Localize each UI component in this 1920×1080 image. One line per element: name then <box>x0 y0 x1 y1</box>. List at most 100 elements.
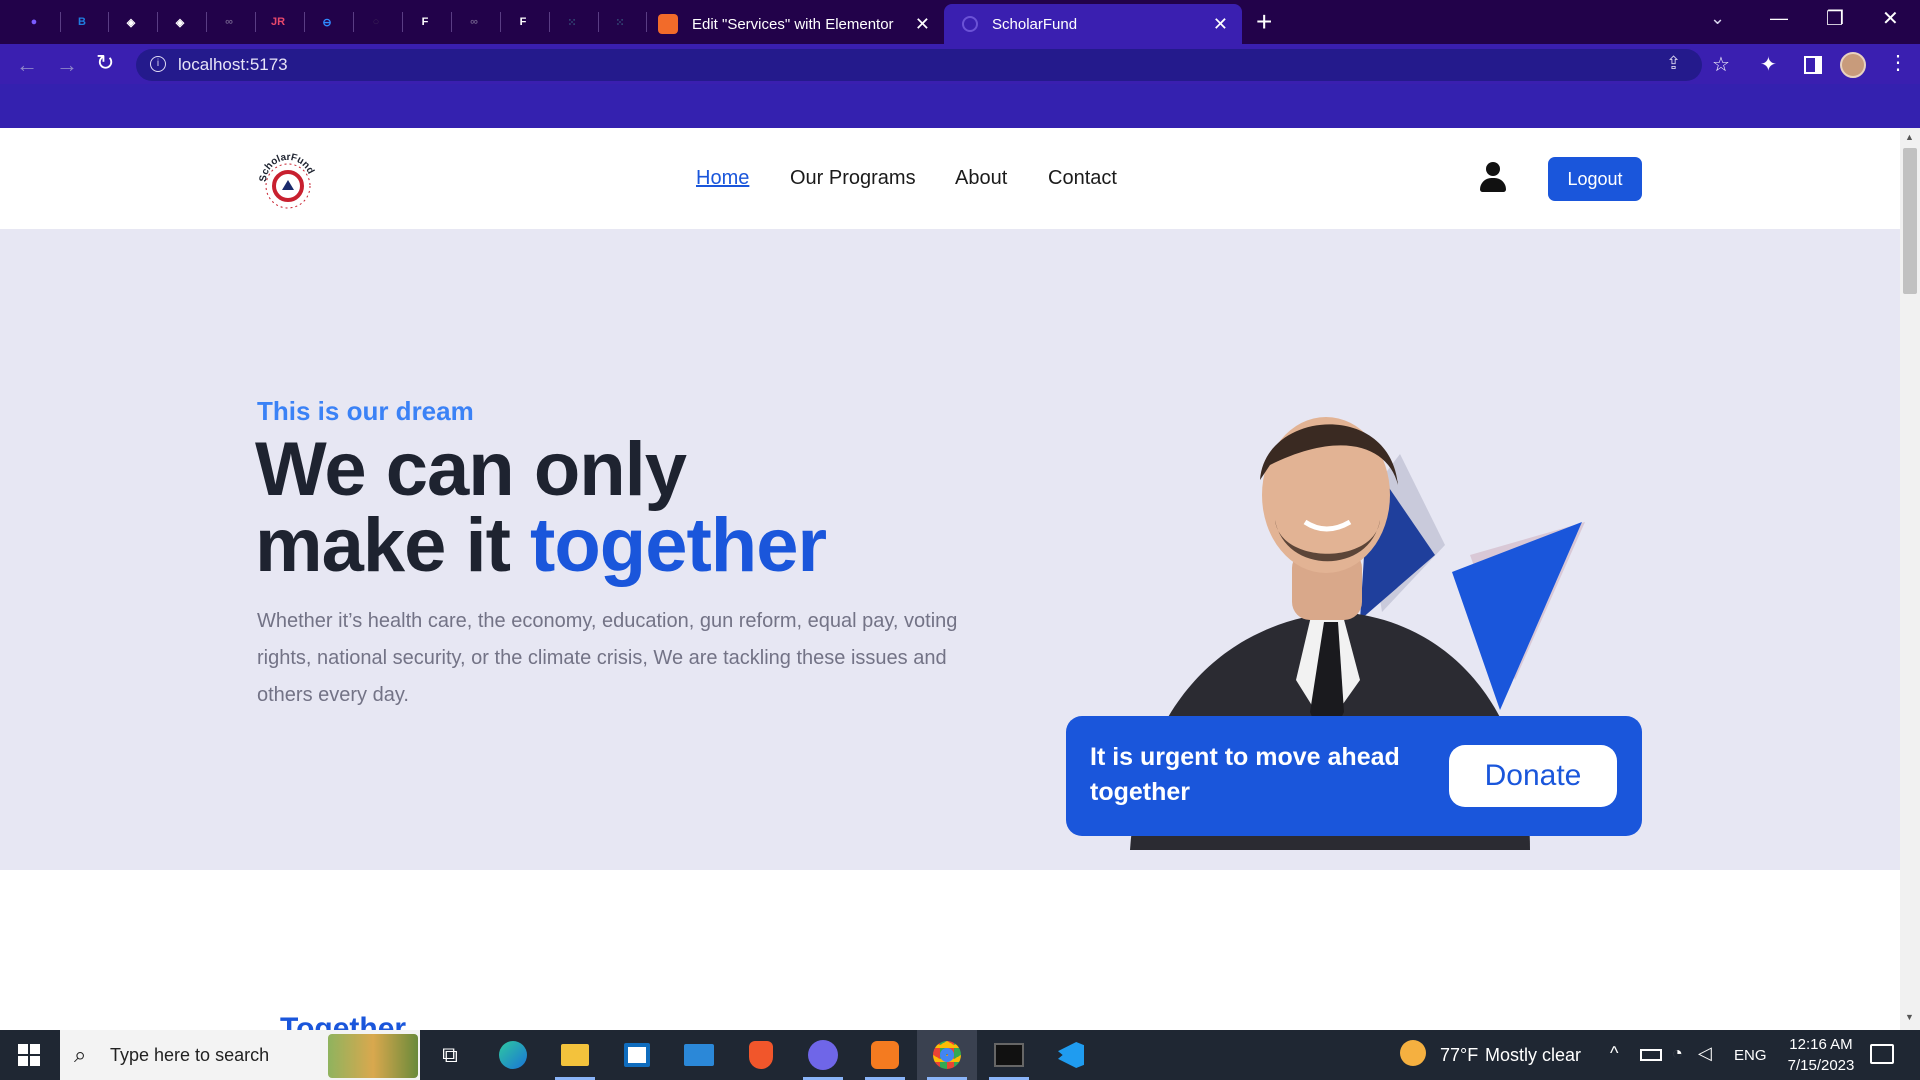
search-placeholder: Type here to search <box>110 1045 270 1065</box>
language-indicator[interactable]: ENG <box>1734 1047 1767 1064</box>
info-icon[interactable]: i <box>150 56 166 72</box>
pinned-tab[interactable]: ⁙ <box>558 8 586 36</box>
search-icon: ⌕ <box>74 1042 87 1067</box>
svg-text:ScholarFund: ScholarFund <box>258 152 316 183</box>
codepen-icon: ◈ <box>175 16 185 29</box>
search-highlight-image <box>328 1034 418 1078</box>
next-section-heading: Together <box>280 1012 407 1030</box>
battery-icon[interactable] <box>1640 1049 1662 1061</box>
donate-card-text: It is urgent to move ahead together <box>1090 743 1400 806</box>
pinned-tab[interactable]: JR <box>264 8 292 36</box>
pinned-tab[interactable]: ⁙ <box>606 8 634 36</box>
pinned-tab[interactable]: ∞ <box>215 8 243 36</box>
wifi-icon[interactable]: ◔ <box>1672 1043 1683 1064</box>
scrollbar-thumb[interactable] <box>1903 148 1917 294</box>
discord-icon[interactable] <box>793 1030 853 1080</box>
menu-kebab-icon[interactable]: ⋮ <box>1888 50 1908 75</box>
new-tab-icon[interactable]: + <box>1256 6 1272 38</box>
tab-title: ScholarFund <box>992 15 1078 33</box>
pinned-tab[interactable]: ○ <box>362 8 390 36</box>
volume-muted-icon[interactable]: ◁ <box>1698 1043 1712 1064</box>
tab-separator <box>402 12 403 32</box>
file-explorer-icon[interactable] <box>545 1030 605 1080</box>
nav-home[interactable]: Home <box>696 167 749 190</box>
side-panel-icon[interactable] <box>1804 56 1822 74</box>
logo-wordmark: ScholarFund <box>258 152 316 183</box>
edge-icon[interactable] <box>483 1030 543 1080</box>
pinned-tab[interactable]: ● <box>20 8 48 36</box>
scrollbar-down-icon[interactable]: ▼ <box>1905 1012 1914 1022</box>
tab-separator <box>157 12 158 32</box>
weather-temp[interactable]: 77°F <box>1440 1045 1478 1066</box>
f-icon: F <box>421 16 429 28</box>
pinned-tab[interactable]: F <box>509 8 537 36</box>
tab-separator <box>304 12 305 32</box>
chrome-icon[interactable] <box>917 1030 977 1080</box>
dots-icon: ⁙ <box>567 16 577 29</box>
logout-button[interactable]: Logout <box>1548 157 1642 201</box>
hero-paragraph: Whether it’s health care, the economy, e… <box>257 610 958 706</box>
weather-text[interactable]: Mostly clear <box>1485 1045 1581 1066</box>
user-icon[interactable] <box>1478 162 1508 194</box>
bookmarks-strip <box>0 84 1920 128</box>
pinned-tab[interactable]: ◈ <box>117 8 145 36</box>
hero-title: We can only make it together <box>255 432 827 584</box>
orb-icon: ● <box>30 16 38 28</box>
minimize-icon[interactable]: — <box>1770 8 1788 29</box>
nav-our-programs[interactable]: Our Programs <box>790 167 916 190</box>
donate-button[interactable]: Donate <box>1449 745 1617 807</box>
infinity-icon: ∞ <box>225 16 233 28</box>
taskbar-search-box[interactable]: ⌕ Type here to search <box>60 1030 420 1080</box>
extensions-icon[interactable]: ✦ <box>1760 52 1777 77</box>
clock-date: 7/15/2023 <box>1787 1057 1855 1074</box>
tab-title: Edit "Services" with Elementor <box>692 15 894 33</box>
tab-separator <box>549 12 550 32</box>
tab-scholarfund[interactable]: ScholarFund ✕ <box>944 4 1242 44</box>
pinned-tab[interactable]: ◈ <box>166 8 194 36</box>
nav-about[interactable]: About <box>955 167 1007 190</box>
pinned-tab[interactable]: B <box>68 8 96 36</box>
address-bar[interactable]: i localhost:5173 ⇪ ☆ <box>136 49 1730 81</box>
nav-contact[interactable]: Contact <box>1048 167 1117 190</box>
notifications-icon[interactable] <box>1870 1044 1894 1064</box>
codepen-icon: ◈ <box>126 16 136 29</box>
weather-moon-icon <box>1400 1040 1426 1066</box>
pinned-tab[interactable]: ⊖ <box>313 8 341 36</box>
tray-chevron-icon[interactable]: ^ <box>1610 1043 1618 1064</box>
tab-separator <box>646 12 647 32</box>
task-view-icon[interactable]: ⧉ <box>420 1030 480 1080</box>
tab-favicon-icon <box>962 16 978 32</box>
tab-elementor[interactable]: Edit "Services" with Elementor ✕ <box>648 4 942 44</box>
vscode-icon[interactable] <box>1041 1030 1101 1080</box>
tab-search-icon[interactable]: ⌄ <box>1710 8 1725 29</box>
terminal-icon[interactable] <box>979 1030 1039 1080</box>
tab-separator <box>206 12 207 32</box>
mail-icon[interactable] <box>669 1030 729 1080</box>
windows-start-icon[interactable] <box>18 1044 40 1066</box>
close-icon[interactable]: ✕ <box>1213 14 1228 35</box>
profile-avatar[interactable] <box>1840 52 1866 78</box>
share-icon[interactable]: ⇪ <box>1666 53 1681 74</box>
bookmark-star-icon[interactable]: ☆ <box>1712 52 1730 77</box>
page-scrollbar[interactable]: ▲ ▼ <box>1900 128 1920 1030</box>
tab-separator <box>255 12 256 32</box>
forward-icon[interactable]: → <box>56 52 78 78</box>
reload-icon[interactable]: ↻ <box>96 50 114 76</box>
close-icon[interactable]: ✕ <box>915 14 930 35</box>
clock[interactable]: 12:16 AM 7/15/2023 <box>1776 1034 1866 1076</box>
ms-store-icon[interactable] <box>607 1030 667 1080</box>
pinned-tab[interactable]: F <box>411 8 439 36</box>
brave-icon[interactable] <box>731 1030 791 1080</box>
scrollbar-up-icon[interactable]: ▲ <box>1905 132 1914 142</box>
tab-separator <box>451 12 452 32</box>
window-close-icon[interactable]: ✕ <box>1882 6 1899 31</box>
xampp-icon[interactable] <box>855 1030 915 1080</box>
tab-separator <box>353 12 354 32</box>
site-logo[interactable]: ScholarFund <box>256 148 320 212</box>
infinity-icon: ∞ <box>470 16 478 28</box>
hero-eyebrow: This is our dream <box>257 396 474 426</box>
pinned-tab[interactable]: ∞ <box>460 8 488 36</box>
restore-icon[interactable]: ❐ <box>1826 6 1844 31</box>
app-b-icon: B <box>78 16 86 28</box>
back-icon[interactable]: ← <box>16 52 38 78</box>
